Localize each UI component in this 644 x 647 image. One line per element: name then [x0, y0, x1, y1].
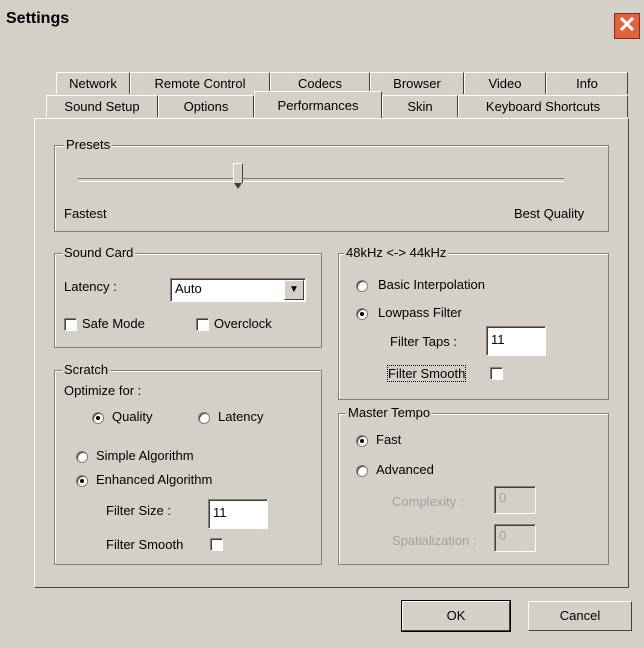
overclock-checkbox[interactable] — [196, 318, 209, 331]
filter-taps-label: Filter Taps : — [390, 334, 457, 349]
presets-best-quality-label: Best Quality — [514, 206, 585, 221]
close-button[interactable]: ✕ — [614, 13, 640, 39]
filter-size-label: Filter Size : — [106, 503, 172, 518]
tab-info[interactable]: Info — [546, 72, 628, 94]
tab-browser[interactable]: Browser — [370, 72, 464, 94]
title-bar — [0, 0, 644, 40]
tab-sound-setup[interactable]: Sound Setup — [46, 95, 158, 117]
simple-algorithm-radio[interactable] — [76, 451, 88, 463]
sound-card-legend: Sound Card — [62, 245, 136, 260]
cancel-button[interactable]: Cancel — [528, 601, 632, 631]
resample-filter-smooth-checkbox[interactable] — [490, 367, 503, 380]
basic-interpolation-radio[interactable] — [356, 280, 368, 292]
presets-slider-thumb[interactable] — [233, 163, 244, 189]
close-icon: ✕ — [617, 12, 637, 37]
safe-mode-label: Safe Mode — [82, 316, 145, 331]
presets-slider-track[interactable] — [78, 178, 564, 182]
advanced-radio[interactable] — [356, 465, 368, 477]
filter-size-input[interactable]: 11 — [208, 499, 268, 529]
tab-network[interactable]: Network — [56, 72, 130, 94]
filter-taps-input[interactable]: 11 — [486, 326, 546, 356]
safe-mode-checkbox[interactable] — [64, 318, 77, 331]
simple-algorithm-label: Simple Algorithm — [96, 448, 194, 463]
chevron-down-icon[interactable]: ▼ — [284, 280, 304, 300]
quality-label: Quality — [112, 409, 153, 424]
ok-button[interactable]: OK — [401, 600, 511, 632]
fast-label: Fast — [376, 432, 402, 447]
latency-value: Auto — [175, 281, 202, 296]
tab-skin[interactable]: Skin — [382, 95, 458, 117]
tab-performances[interactable]: Performances — [254, 91, 382, 118]
window-title: Settings — [6, 10, 70, 27]
master-tempo-legend: Master Tempo — [346, 405, 433, 420]
fast-radio[interactable] — [356, 435, 368, 447]
spatialization-label: Spatialization : — [392, 533, 477, 548]
optimize-for-label: Optimize for : — [64, 383, 142, 398]
tab-remote-control[interactable]: Remote Control — [130, 72, 270, 94]
tab-video[interactable]: Video — [464, 72, 546, 94]
enhanced-algorithm-label: Enhanced Algorithm — [96, 472, 213, 487]
presets-fastest-label: Fastest — [64, 206, 107, 221]
scratch-filter-smooth-checkbox[interactable] — [210, 538, 223, 551]
quality-radio[interactable] — [92, 412, 104, 424]
advanced-label: Advanced — [376, 462, 434, 477]
scratch-filter-smooth-label: Filter Smooth — [106, 537, 184, 552]
lowpass-filter-radio[interactable] — [356, 308, 368, 320]
tab-options[interactable]: Options — [158, 95, 254, 117]
scratch-legend: Scratch — [62, 362, 111, 377]
spatialization-input[interactable]: 0 — [494, 524, 536, 552]
basic-interpolation-label: Basic Interpolation — [378, 277, 485, 292]
lowpass-filter-label: Lowpass Filter — [378, 305, 462, 320]
overclock-label: Overclock — [214, 316, 272, 331]
complexity-input[interactable]: 0 — [494, 486, 536, 514]
latency-select[interactable]: Auto ▼ — [170, 278, 306, 302]
resample-filter-smooth-label: Filter Smooth — [386, 365, 467, 382]
resample-legend: 48kHz <-> 44kHz — [344, 245, 449, 260]
scratch-group — [54, 370, 322, 565]
enhanced-algorithm-radio[interactable] — [76, 475, 88, 487]
latency-option-label: Latency — [218, 409, 264, 424]
latency-radio[interactable] — [198, 412, 210, 424]
tab-keyboard-shortcuts[interactable]: Keyboard Shortcuts — [458, 95, 628, 117]
presets-legend: Presets — [64, 137, 113, 152]
complexity-label: Complexity : — [392, 494, 464, 509]
latency-label: Latency : — [64, 279, 117, 294]
resample-group — [338, 253, 609, 400]
